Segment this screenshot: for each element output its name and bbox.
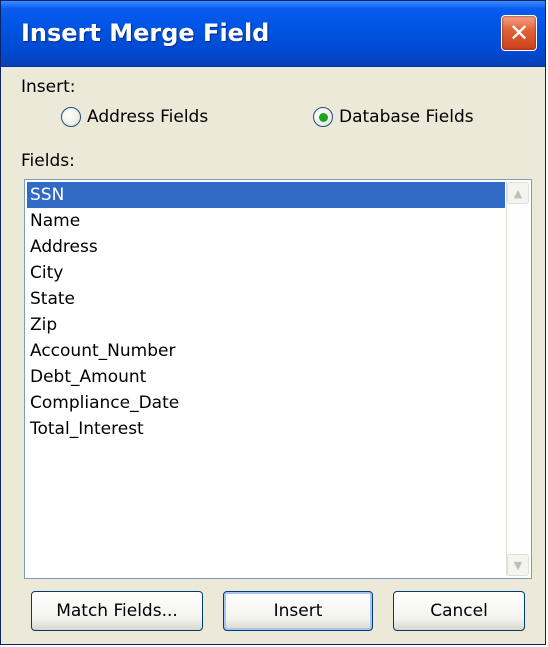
insert-label: Insert:	[21, 77, 76, 97]
cancel-button[interactable]: Cancel	[393, 591, 525, 631]
fields-listbox[interactable]: SSN Name Address City State Zip Account_Number…	[24, 179, 532, 579]
field-list-item[interactable]: Account_Number	[27, 338, 505, 364]
close-button[interactable]: ✕	[501, 15, 537, 51]
field-list-item[interactable]: Zip	[27, 312, 505, 338]
close-icon: ✕	[508, 19, 530, 47]
match-fields-button[interactable]: Match Fields...	[31, 591, 203, 631]
database-fields-label: Database Fields	[339, 107, 474, 127]
field-list-item[interactable]: Name	[27, 208, 505, 234]
fields-list: SSN Name Address City State Zip Account_Number…	[27, 182, 505, 442]
radio-checked-icon	[313, 107, 333, 127]
address-fields-radio[interactable]: Address Fields	[61, 107, 208, 127]
radio-unchecked-icon	[61, 107, 81, 127]
field-list-item[interactable]: Address	[27, 234, 505, 260]
field-list-item[interactable]: State	[27, 286, 505, 312]
database-fields-radio[interactable]: Database Fields	[313, 107, 474, 127]
field-list-item[interactable]: Total_Interest	[27, 416, 505, 442]
field-list-item[interactable]: City	[27, 260, 505, 286]
scroll-down-icon[interactable]: ▼	[507, 554, 529, 576]
field-list-item[interactable]: Debt_Amount	[27, 364, 505, 390]
insert-merge-field-dialog: Insert Merge Field ✕ Insert: Address Fie…	[0, 0, 546, 645]
window-title: Insert Merge Field	[21, 19, 270, 47]
field-list-item[interactable]: Compliance_Date	[27, 390, 505, 416]
address-fields-label: Address Fields	[87, 107, 209, 127]
field-list-item[interactable]: SSN	[27, 182, 505, 208]
scroll-up-icon[interactable]: ▲	[507, 182, 529, 204]
title-bar[interactable]: Insert Merge Field ✕	[1, 1, 545, 67]
fields-scrollbar[interactable]: ▲ ▼	[506, 182, 529, 576]
fields-label: Fields:	[21, 151, 75, 171]
insert-button[interactable]: Insert	[223, 591, 373, 631]
